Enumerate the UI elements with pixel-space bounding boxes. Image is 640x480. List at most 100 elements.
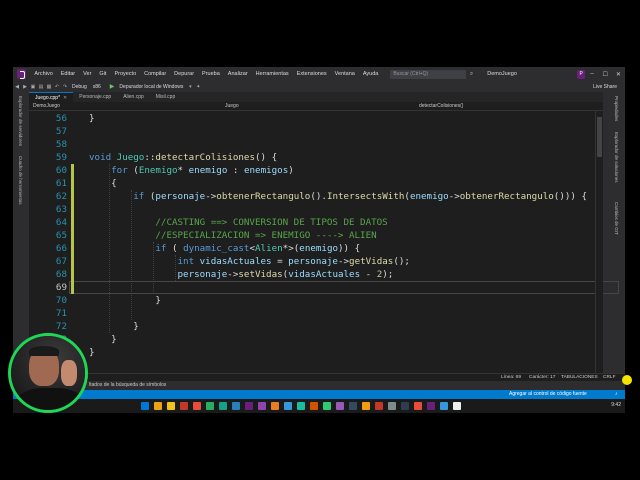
taskbar-app-icon[interactable] [219,402,227,410]
nav-member-dropdown[interactable]: detectarColisiones() [419,103,463,110]
taskbar-app-icon[interactable] [310,402,318,410]
code-editor[interactable]: 56} 57 58 59 void Juego::detectarColisiones(… [29,111,619,373]
code-line[interactable]: 60 for (Enemigo* enemigo : enemigos) [29,164,603,177]
taskbar-app-icon[interactable] [180,402,188,410]
save-all-icon[interactable]: ▦ [45,84,53,90]
code-line[interactable]: 69 [29,281,619,294]
platform-dropdown[interactable]: x86 [90,84,104,90]
add-source-control-button[interactable]: Agregar al control de código fuente [509,391,587,397]
scroll-thumb[interactable] [597,117,602,157]
bell-icon[interactable]: ♪ [615,391,618,397]
menu-compilar[interactable]: Compilar [140,71,170,77]
taskbar-app-icon[interactable] [167,402,175,410]
taskbar-app-icon[interactable] [375,402,383,410]
code-line[interactable]: 71 [29,307,603,320]
code-line[interactable]: 73 } [29,333,603,346]
properties-tab[interactable]: Propiedades [614,96,619,121]
code-line[interactable]: 72 } [29,320,603,333]
code-line[interactable]: 58 [29,138,603,151]
menu-ver[interactable]: Ver [79,71,95,77]
taskbar-app-icon[interactable] [440,402,448,410]
char-indicator[interactable]: Carácter: 17 [529,375,555,380]
new-file-icon[interactable]: ▣ [29,84,37,90]
config-dropdown[interactable]: Debug [69,84,90,90]
menu-prueba[interactable]: Prueba [198,71,224,77]
code-line[interactable]: 67 int vidasActuales = personaje->getVid… [29,255,603,268]
taskbar-app-icon[interactable] [427,402,435,410]
tab-misil-cpp[interactable]: Misil.cpp [150,92,181,102]
taskbar-app-icon[interactable] [193,402,201,410]
menu-archivo[interactable]: Archivo [30,71,56,77]
toolbox-tab[interactable]: Cuadro de herramientas [18,156,23,205]
menu-extensiones[interactable]: Extensiones [293,71,331,77]
windows-start-icon[interactable] [141,402,149,410]
eol-indicator[interactable]: CRLF [603,375,616,380]
live-share-button[interactable]: Live Share [593,84,617,90]
solution-explorer-tab[interactable]: Explorador de soluciones [614,132,619,183]
taskbar-app-icon[interactable] [349,402,357,410]
symbol-search-results-tab[interactable]: ltados de la búsqueda de símbolos [89,382,166,388]
menu-herramientas[interactable]: Herramientas [252,71,293,77]
taskbar-app-icon[interactable] [271,402,279,410]
code-line[interactable]: 68 personaje->setVidas(vidasActuales - 2… [29,268,603,281]
code-line[interactable]: 57 [29,125,603,138]
close-icon[interactable]: ✕ [63,95,67,101]
taskbar-app-icon[interactable] [362,402,370,410]
code-line[interactable]: 63 [29,203,603,216]
code-line[interactable]: 70 } [29,294,603,307]
nav-scope-dropdown[interactable]: Juego [225,103,239,110]
taskbar-app-icon[interactable] [232,402,240,410]
code-line[interactable]: 66 if ( dynamic_cast<Alien*>(enemigo)) { [29,242,603,255]
back-icon[interactable]: ◀ [13,84,21,90]
indent-indicator[interactable]: TABULACIONES [561,375,598,380]
nav-project-dropdown[interactable]: DemoJuego [33,103,60,110]
taskbar-app-icon[interactable] [284,402,292,410]
save-icon[interactable]: ▤ [37,84,45,90]
taskbar-app-icon[interactable] [401,402,409,410]
taskbar-app-icon[interactable] [258,402,266,410]
tab-alien-cpp[interactable]: Alien.cpp [117,92,150,102]
code-line[interactable]: 74} [29,346,603,359]
chevron-down-icon[interactable]: ▾ [186,84,194,90]
code-line[interactable]: 61 { [29,177,603,190]
forward-icon[interactable]: ▶ [21,84,29,90]
taskbar-app-icon[interactable] [336,402,344,410]
menu-analizar[interactable]: Analizar [224,71,252,77]
taskbar-app-icon[interactable] [323,402,331,410]
taskbar-app-icon[interactable] [297,402,305,410]
tab-personaje-cpp[interactable]: Personaje.cpp [73,92,117,102]
taskbar-app-icon[interactable] [453,402,461,410]
redo-icon[interactable]: ↷ [61,84,69,90]
taskbar-app-icon[interactable] [414,402,422,410]
search-input[interactable]: Buscar (Ctrl+Q) [390,69,466,79]
search-icon[interactable]: ⌕ [470,71,473,78]
editor-scrollbar[interactable] [595,111,603,373]
code-line[interactable]: 62 if (personaje->obtenerRectangulo().In… [29,190,603,203]
avatar[interactable]: P [576,69,586,79]
git-changes-tab[interactable]: Cambios de GIT [614,202,619,235]
play-icon[interactable]: ▶ [110,83,115,90]
menu-ayuda[interactable]: Ayuda [359,71,383,77]
debugger-button[interactable]: Depurador local de Windows [116,84,186,90]
taskbar-app-icon[interactable] [206,402,214,410]
taskbar-app-icon[interactable] [245,402,253,410]
code-line[interactable]: 59 void Juego::detectarColisiones() { [29,151,603,164]
minimize-icon[interactable]: – [585,71,598,77]
code-line[interactable]: 65 //ESPECIALIZACION => ENEMIGO ----> AL… [29,229,603,242]
code-line[interactable]: 56} [29,112,603,125]
line-indicator[interactable]: Línea: 69 [501,375,521,380]
taskbar-app-icon[interactable] [154,402,162,410]
taskbar-app-icon[interactable] [388,402,396,410]
menu-proyecto[interactable]: Proyecto [110,71,140,77]
visual-studio-logo-icon[interactable] [17,69,27,79]
close-icon[interactable]: ✕ [612,71,625,78]
menu-git[interactable]: Git [95,71,110,77]
undo-icon[interactable]: ↶ [53,84,61,90]
fire-icon[interactable]: ✦ [194,84,202,90]
server-explorer-tab[interactable]: Explorador de servidores [18,96,23,146]
code-line[interactable]: 64 //CASTING ==> CONVERSION DE TIPOS DE … [29,216,603,229]
menu-ventana[interactable]: Ventana [331,71,359,77]
menu-editar[interactable]: Editar [57,71,79,77]
menu-depurar[interactable]: Depurar [170,71,198,77]
maximize-icon[interactable]: ☐ [599,71,612,78]
